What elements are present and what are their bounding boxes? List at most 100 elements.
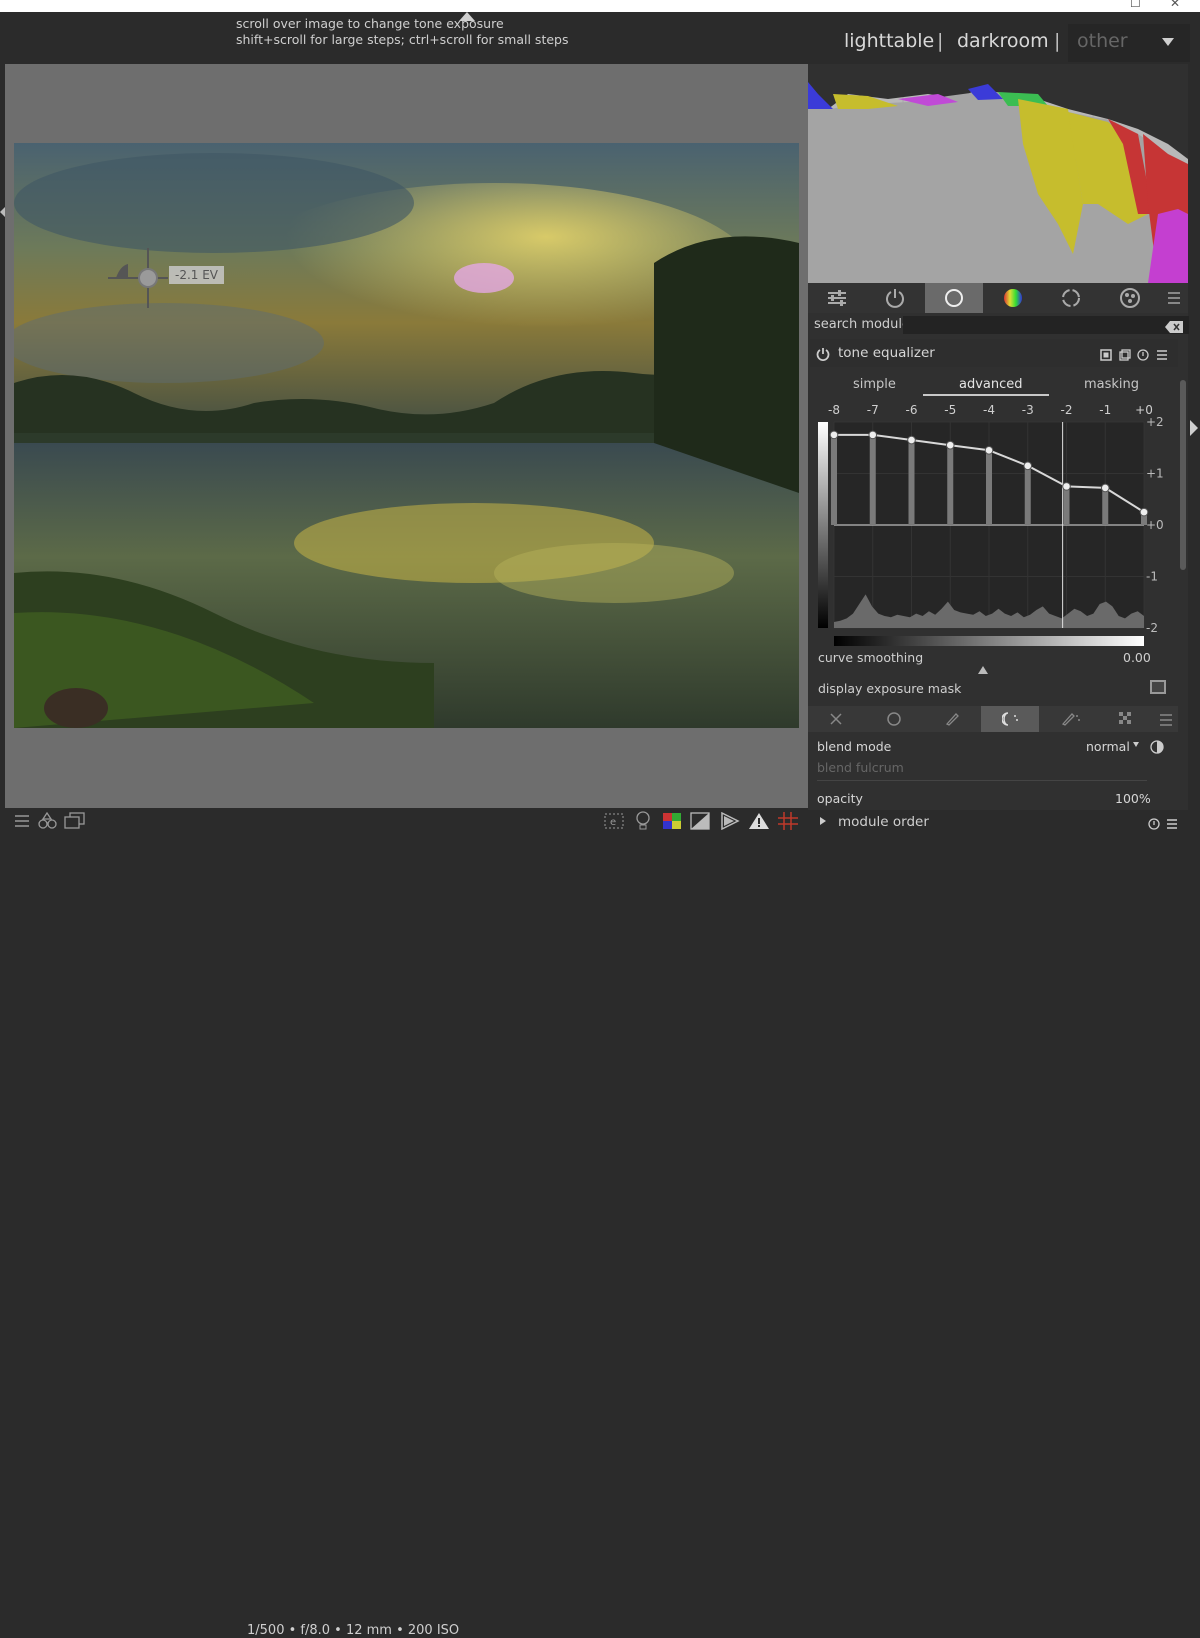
gain-tick-label: -2 [1146, 621, 1158, 635]
presets-icon[interactable] [1156, 346, 1168, 365]
blend-uniform-icon[interactable] [886, 711, 902, 731]
ev-tick-label: -3 [1022, 403, 1034, 417]
module-order-label: module order [838, 814, 929, 830]
curve-node[interactable] [1023, 461, 1033, 471]
tab-advanced[interactable]: advanced [959, 377, 1023, 392]
blend-invert-icon[interactable] [1150, 739, 1164, 758]
search-module-input[interactable] [903, 316, 1189, 334]
quick-access-icon[interactable] [808, 283, 866, 313]
other-views-dropdown[interactable]: other [1068, 24, 1190, 62]
tab-masking[interactable]: masking [1084, 377, 1139, 392]
module-power-icon[interactable] [816, 346, 830, 365]
curve-smoothing-label: curve smoothing [818, 650, 924, 665]
raw-overexposed-icon[interactable]: e [604, 812, 624, 834]
curve-smoothing-value[interactable]: 0.00 [1123, 650, 1151, 665]
view-lighttable[interactable]: lighttable [844, 30, 934, 52]
color-modules-icon[interactable] [984, 283, 1042, 313]
photo-canvas[interactable] [14, 143, 799, 728]
reset-icon[interactable] [1137, 346, 1149, 365]
bulb-icon[interactable] [635, 811, 651, 835]
curve-node[interactable] [868, 430, 878, 440]
gain-bar [1024, 465, 1031, 525]
tooltip-text: scroll over image to change tone exposur… [236, 16, 568, 48]
menu-icon[interactable] [14, 813, 30, 833]
window-titlebar: ☐ ✕ [0, 0, 1200, 12]
ev-tick-label: -1 [1099, 403, 1111, 417]
view-darkroom[interactable]: darkroom [957, 30, 1049, 52]
blend-mode-chevron-icon [1133, 742, 1139, 747]
second-window-icon[interactable] [64, 812, 86, 834]
tooltip-line-2: shift+scroll for large steps; ctrl+scrol… [236, 32, 569, 47]
chevron-down-icon [1162, 38, 1174, 46]
warning-icon[interactable] [748, 812, 770, 834]
module-order-presets-icon[interactable] [1166, 815, 1178, 834]
luminance-gradient-horizontal [834, 636, 1144, 646]
drawn-parametric-mask-icon[interactable] [1060, 711, 1082, 731]
curve-node[interactable] [1100, 483, 1110, 493]
blend-mode-dropdown[interactable]: normal [1086, 739, 1130, 754]
curve-node[interactable] [829, 430, 839, 440]
module-title: tone equalizer [838, 345, 935, 361]
guides-icon[interactable] [778, 812, 798, 834]
active-tab-indicator [923, 394, 1049, 396]
gain-bar [1102, 487, 1109, 525]
svg-text:e: e [610, 817, 616, 828]
clear-search-icon[interactable] [1165, 318, 1183, 337]
styles-icon[interactable] [38, 811, 58, 834]
blend-mode-label: blend mode [817, 739, 892, 754]
parametric-mask-icon [1001, 711, 1020, 731]
drawn-mask-icon[interactable] [944, 711, 960, 731]
gain-tick-label: +0 [1146, 518, 1164, 532]
ev-tick-label: -2 [1061, 403, 1073, 417]
blend-fulcrum-label: blend fulcrum [817, 760, 904, 775]
histogram[interactable] [808, 64, 1188, 283]
curve-node[interactable] [984, 446, 994, 455]
gamut-check-icon[interactable] [720, 811, 740, 834]
bottom-toolbar: 1/500 • f/8.0 • 12 mm • 200 ISO e [0, 808, 808, 1638]
blending-modes-bar [808, 706, 1178, 732]
right-panel-scrollbar[interactable] [1180, 380, 1186, 570]
raster-mask-icon[interactable] [1118, 711, 1134, 731]
curve-node[interactable] [1062, 482, 1071, 491]
curve-node[interactable] [907, 435, 916, 445]
expand-arrow-icon [820, 817, 826, 825]
gain-bar [1063, 486, 1070, 525]
effect-modules-icon[interactable] [1101, 283, 1159, 313]
display-exposure-mask-toggle[interactable] [1150, 680, 1166, 694]
restore-icon[interactable]: ☐ [1130, 0, 1141, 10]
module-order-reset-icon[interactable] [1148, 815, 1160, 834]
parametric-mask-button[interactable] [981, 706, 1039, 732]
view-separator: | [937, 30, 944, 52]
gain-tick-label: +2 [1146, 415, 1164, 429]
ev-tick-label: -7 [867, 403, 879, 417]
gain-bar [908, 440, 915, 525]
luminance-gradient-vertical [818, 422, 828, 628]
base-modules-icon[interactable] [925, 283, 983, 313]
tab-simple[interactable]: simple [853, 377, 896, 392]
ev-tick-label: -8 [828, 403, 840, 417]
active-modules-icon[interactable] [866, 283, 924, 313]
curve-node[interactable] [1139, 507, 1149, 517]
multi-instance-icon[interactable] [1119, 346, 1131, 365]
correct-modules-icon[interactable] [1042, 283, 1100, 313]
gain-bar [869, 434, 876, 525]
collapse-right-panel-icon[interactable] [1190, 420, 1198, 436]
hamburger-menu-icon[interactable] [1160, 283, 1188, 313]
blend-presets-icon[interactable] [1159, 712, 1173, 731]
tone-curve-graph[interactable]: +2 +1 +0 -1 -2 -8 -7 -6 -5 -4 -3 -2 -1 +0 [812, 398, 1178, 650]
gain-bar [947, 445, 954, 525]
ev-tick-label: -5 [944, 403, 956, 417]
view-separator: | [1054, 30, 1061, 52]
gain-bar [986, 450, 992, 525]
opacity-label: opacity [817, 791, 863, 806]
opacity-value[interactable]: 100% [1115, 791, 1151, 806]
blend-off-icon[interactable] [828, 711, 844, 731]
close-icon[interactable]: ✕ [1170, 0, 1180, 10]
blend-fulcrum-slider[interactable] [817, 780, 1147, 781]
search-module-label: search module [814, 317, 911, 332]
color-assessment-icon[interactable] [662, 812, 682, 834]
gain-tick-label: +1 [1146, 467, 1164, 481]
softproof-icon[interactable] [690, 812, 710, 834]
curve-node[interactable] [945, 440, 955, 450]
curve-smoothing-slider[interactable] [978, 666, 988, 674]
